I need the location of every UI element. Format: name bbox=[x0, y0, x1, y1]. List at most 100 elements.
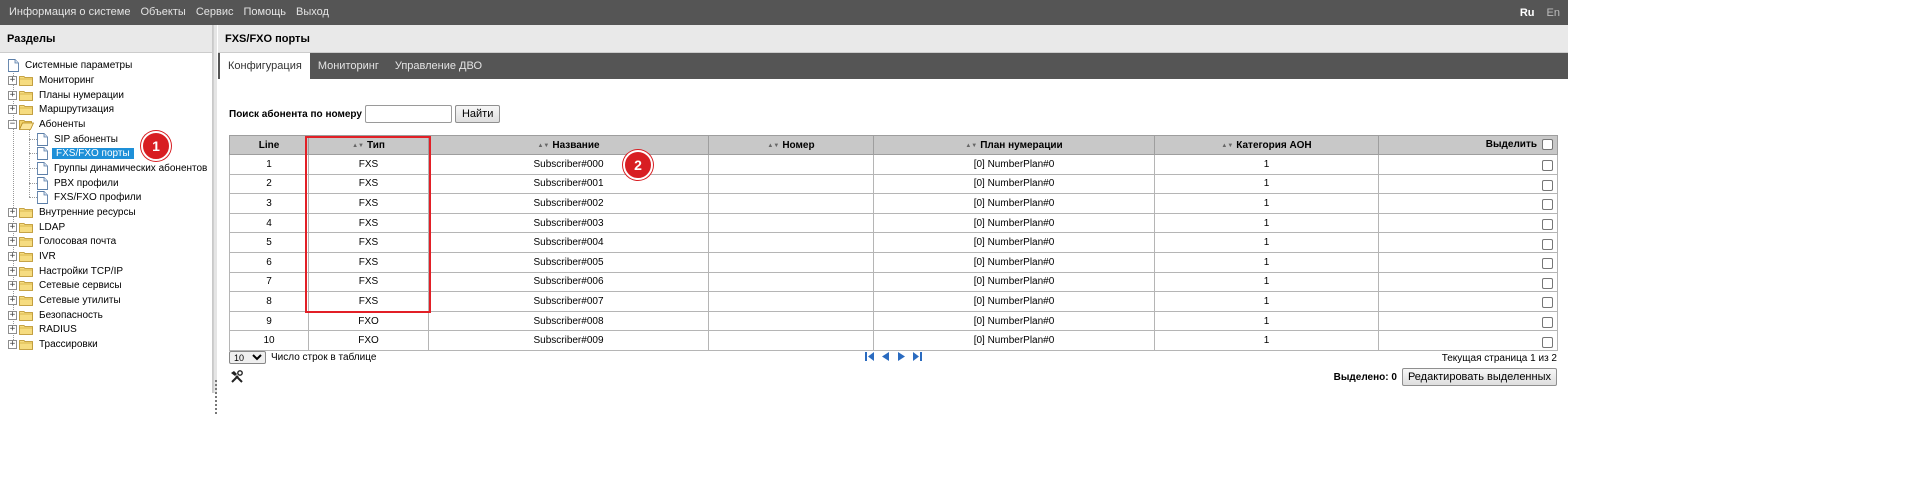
cell-number bbox=[708, 251, 874, 273]
cell-line: 4 bbox=[229, 212, 309, 234]
collapse-icon[interactable]: − bbox=[8, 119, 17, 129]
rows-per-page-label: Число строк в таблице bbox=[271, 352, 377, 363]
expand-icon[interactable]: + bbox=[8, 280, 17, 290]
cell-name: Subscriber#006 bbox=[428, 271, 709, 293]
language-en[interactable]: En bbox=[1547, 7, 1560, 19]
folder-icon bbox=[19, 339, 34, 350]
folder-icon bbox=[19, 222, 34, 233]
expand-icon[interactable]: + bbox=[8, 236, 17, 246]
page-title: FXS/FXO порты bbox=[218, 25, 1568, 53]
expand-icon[interactable]: + bbox=[8, 222, 17, 232]
cell-number bbox=[708, 271, 874, 293]
expand-icon[interactable]: + bbox=[8, 75, 17, 85]
row-select-checkbox[interactable] bbox=[1542, 160, 1553, 172]
row-select-checkbox[interactable] bbox=[1542, 317, 1553, 329]
cell-select bbox=[1378, 173, 1558, 195]
next-page-icon[interactable] bbox=[896, 351, 907, 362]
top-menu-item[interactable]: Информация о системе bbox=[4, 0, 135, 25]
sidebar-item[interactable]: + Безопасность bbox=[8, 308, 105, 322]
search-input[interactable] bbox=[364, 105, 452, 123]
sidebar-item[interactable]: FXS/FXO порты bbox=[37, 146, 134, 160]
row-select-checkbox[interactable] bbox=[1542, 277, 1553, 289]
tree-guide-line bbox=[29, 197, 37, 198]
prev-page-icon[interactable] bbox=[880, 351, 891, 362]
cell-type: FXO bbox=[308, 330, 429, 351]
row-select-checkbox[interactable] bbox=[1542, 258, 1553, 270]
sidebar-item[interactable]: − Абоненты bbox=[8, 117, 87, 131]
panel-splitter[interactable] bbox=[213, 25, 217, 414]
tools-icon[interactable] bbox=[230, 370, 244, 384]
expand-icon[interactable]: + bbox=[8, 266, 17, 276]
expand-icon[interactable]: + bbox=[8, 324, 17, 334]
expand-icon[interactable]: + bbox=[8, 295, 17, 305]
row-select-checkbox[interactable] bbox=[1542, 238, 1553, 250]
sidebar-item[interactable]: + Трассировки bbox=[8, 337, 100, 351]
sidebar-item[interactable]: + Сетевые сервисы bbox=[8, 278, 124, 292]
col-header-name[interactable]: ▲▼ Название bbox=[428, 135, 709, 155]
col-header-aon-category[interactable]: ▲▼ Категория АОН bbox=[1154, 135, 1379, 155]
sidebar-item-label: IVR bbox=[39, 250, 56, 262]
row-select-checkbox[interactable] bbox=[1542, 336, 1553, 348]
sidebar-item-label: Голосовая почта bbox=[39, 235, 117, 247]
first-page-icon[interactable] bbox=[864, 351, 875, 362]
language-ru[interactable]: Ru bbox=[1520, 7, 1535, 19]
cell-numbering-plan: [0] NumberPlan#0 bbox=[873, 212, 1155, 234]
row-select-checkbox[interactable] bbox=[1542, 297, 1553, 309]
edit-selected-button[interactable]: Редактировать выделенных bbox=[1401, 368, 1557, 386]
top-menu-item[interactable]: Сервис bbox=[191, 0, 239, 25]
cell-aon-category: 1 bbox=[1154, 212, 1379, 234]
sidebar-item[interactable]: + Планы нумерации bbox=[8, 88, 126, 102]
folder-icon bbox=[19, 119, 34, 130]
expand-icon[interactable]: + bbox=[8, 251, 17, 261]
tab-2[interactable]: Управление ДВО bbox=[387, 53, 490, 79]
sidebar-item[interactable]: SIP абоненты bbox=[37, 132, 120, 146]
document-icon bbox=[37, 132, 48, 146]
col-header-line[interactable]: Line bbox=[229, 135, 309, 155]
sidebar-item[interactable]: Группы динамических абонентов bbox=[37, 161, 209, 175]
col-header-numbering-plan[interactable]: ▲▼ План нумерации bbox=[873, 135, 1155, 155]
expand-icon[interactable]: + bbox=[8, 207, 17, 217]
sidebar: Разделы Системные параметры + Мониторинг + П… bbox=[0, 25, 213, 393]
highlight-type-column bbox=[305, 136, 431, 313]
sidebar-item[interactable]: + Настройки TCP/IP bbox=[8, 264, 125, 278]
splitter-grip[interactable] bbox=[215, 380, 217, 414]
sidebar-item[interactable]: + Голосовая почта bbox=[8, 234, 118, 248]
cell-number bbox=[708, 232, 874, 253]
top-menu-item[interactable]: Помощь bbox=[238, 0, 291, 25]
cell-numbering-plan: [0] NumberPlan#0 bbox=[873, 193, 1155, 214]
sidebar-item[interactable]: + Внутренние ресурсы bbox=[8, 205, 138, 219]
sidebar-item[interactable]: + Сетевые утилиты bbox=[8, 293, 123, 307]
table-row[interactable]: 9 FXO Subscriber#008 [0] NumberPlan#0 1 bbox=[229, 310, 1558, 332]
sidebar-item[interactable]: + RADIUS bbox=[8, 322, 79, 336]
row-select-checkbox[interactable] bbox=[1542, 179, 1553, 191]
expand-icon[interactable]: + bbox=[8, 90, 17, 100]
row-select-checkbox[interactable] bbox=[1542, 219, 1553, 231]
rows-per-page-select[interactable]: 10 bbox=[229, 351, 266, 364]
tab-1[interactable]: Мониторинг bbox=[310, 53, 387, 79]
col-header-number[interactable]: ▲▼ Номер bbox=[708, 135, 874, 155]
tab-0[interactable]: Конфигурация bbox=[220, 53, 310, 79]
top-menu-item[interactable]: Объекты bbox=[135, 0, 190, 25]
folder-icon bbox=[19, 90, 34, 101]
top-menu: Информация о системе Объекты Сервис Помощь В… bbox=[0, 0, 334, 25]
col-header-select: Выделить bbox=[1378, 135, 1558, 155]
sidebar-item-label: Безопасность bbox=[39, 309, 103, 321]
sidebar-item[interactable]: FXS/FXO профили bbox=[37, 190, 143, 204]
cell-number bbox=[708, 173, 874, 195]
last-page-icon[interactable] bbox=[912, 351, 923, 362]
search-button[interactable]: Найти bbox=[454, 105, 501, 123]
sidebar-item[interactable]: + Маршрутизация bbox=[8, 102, 116, 116]
expand-icon[interactable]: + bbox=[8, 104, 17, 114]
top-menu-item[interactable]: Выход bbox=[291, 0, 334, 25]
sidebar-item[interactable]: + Мониторинг bbox=[8, 73, 96, 87]
row-select-checkbox[interactable] bbox=[1542, 199, 1553, 211]
sidebar-item[interactable]: Системные параметры bbox=[8, 58, 134, 72]
select-all-checkbox[interactable] bbox=[1542, 139, 1553, 151]
cell-line: 3 bbox=[229, 193, 309, 214]
sidebar-item[interactable]: PBX профили bbox=[37, 176, 121, 190]
expand-icon[interactable]: + bbox=[8, 339, 17, 349]
table-row[interactable]: 10 FXO Subscriber#009 [0] NumberPlan#0 1 bbox=[229, 330, 1558, 351]
sidebar-item[interactable]: + IVR bbox=[8, 249, 58, 263]
expand-icon[interactable]: + bbox=[8, 310, 17, 320]
sidebar-item[interactable]: + LDAP bbox=[8, 220, 67, 234]
